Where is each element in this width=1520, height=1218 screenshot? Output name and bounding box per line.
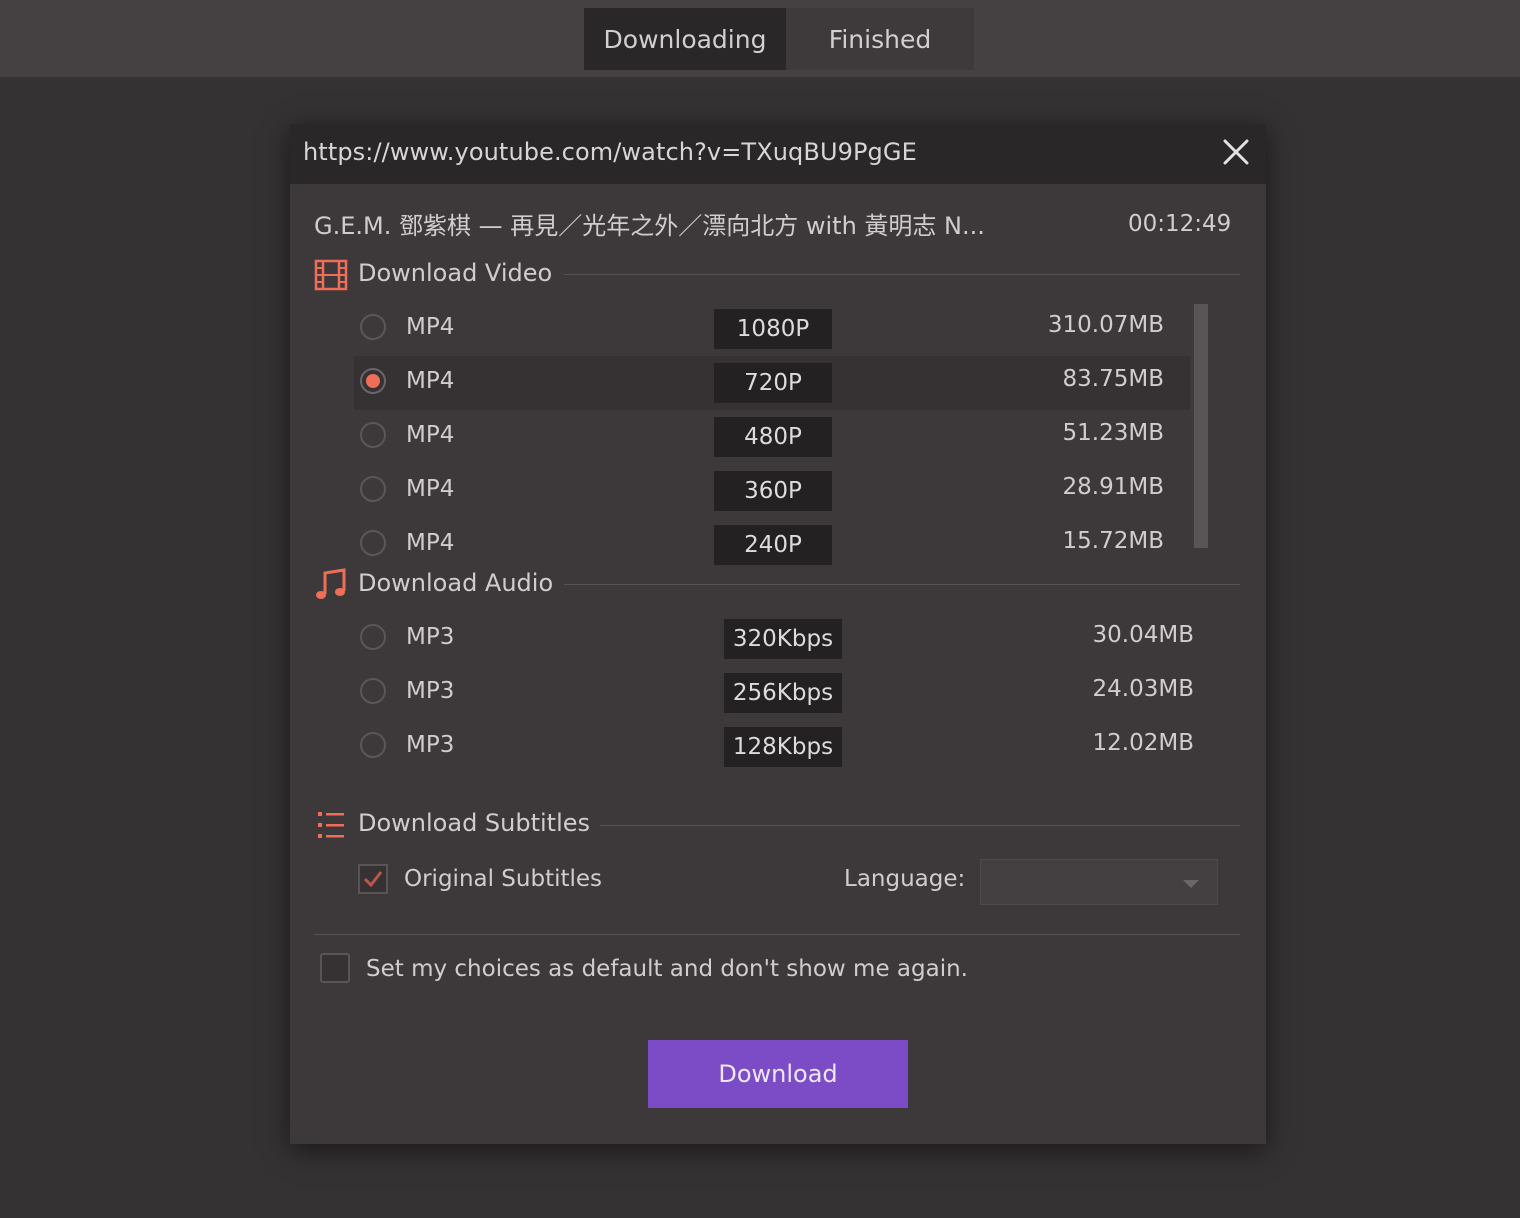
video-duration: 00:12:49 bbox=[1128, 211, 1232, 237]
file-size: 28.91MB bbox=[1062, 474, 1164, 500]
file-size: 310.07MB bbox=[1047, 312, 1164, 338]
quality-badge: 360P bbox=[714, 471, 832, 511]
radio-button[interactable] bbox=[360, 678, 386, 704]
tab-bar: Downloading Finished bbox=[584, 8, 974, 70]
radio-button[interactable] bbox=[360, 732, 386, 758]
divider bbox=[600, 825, 1240, 826]
tab-downloading[interactable]: Downloading bbox=[584, 8, 786, 70]
video-section-label: Download Video bbox=[358, 259, 553, 287]
quality-badge: 240P bbox=[714, 525, 832, 565]
file-size: 12.02MB bbox=[1092, 730, 1194, 756]
original-subtitles-checkbox[interactable] bbox=[358, 864, 388, 894]
format-label: MP4 bbox=[406, 530, 455, 556]
original-subtitles-label: Original Subtitles bbox=[404, 866, 603, 892]
audio-option-row[interactable]: MP3 128Kbps 12.02MB bbox=[354, 720, 1210, 774]
video-option-row[interactable]: MP4 240P 15.72MB bbox=[354, 518, 1190, 572]
format-label: MP3 bbox=[406, 732, 455, 758]
divider bbox=[564, 584, 1240, 585]
quality-badge: 480P bbox=[714, 417, 832, 457]
quality-badge: 256Kbps bbox=[724, 673, 842, 713]
quality-badge: 1080P bbox=[714, 309, 832, 349]
audio-option-row[interactable]: MP3 256Kbps 24.03MB bbox=[354, 666, 1210, 720]
subtitles-section-label: Download Subtitles bbox=[358, 809, 591, 837]
radio-button[interactable] bbox=[360, 314, 386, 340]
radio-button[interactable] bbox=[360, 530, 386, 556]
quality-badge: 720P bbox=[714, 363, 832, 403]
quality-badge: 320Kbps bbox=[724, 619, 842, 659]
audio-option-row[interactable]: MP3 320Kbps 30.04MB bbox=[354, 612, 1210, 666]
video-option-row[interactable]: MP4 480P 51.23MB bbox=[354, 410, 1190, 464]
format-label: MP3 bbox=[406, 678, 455, 704]
radio-button[interactable] bbox=[360, 624, 386, 650]
checkmark-icon bbox=[363, 871, 383, 888]
file-size: 51.23MB bbox=[1062, 420, 1164, 446]
radio-button[interactable] bbox=[360, 368, 386, 394]
close-icon bbox=[1223, 139, 1249, 165]
divider bbox=[314, 934, 1240, 935]
file-size: 15.72MB bbox=[1062, 528, 1164, 554]
video-option-row[interactable]: MP4 1080P 310.07MB bbox=[354, 302, 1190, 356]
music-note-icon bbox=[316, 568, 346, 599]
format-label: MP4 bbox=[406, 314, 455, 340]
film-icon bbox=[314, 259, 348, 291]
video-option-row[interactable]: MP4 360P 28.91MB bbox=[354, 464, 1190, 518]
set-default-label: Set my choices as default and don't show… bbox=[366, 956, 968, 982]
radio-button[interactable] bbox=[360, 422, 386, 448]
file-size: 24.03MB bbox=[1092, 676, 1194, 702]
list-icon bbox=[318, 812, 344, 838]
video-list-scrollbar[interactable] bbox=[1194, 304, 1208, 548]
language-label: Language: bbox=[844, 866, 966, 892]
radio-button[interactable] bbox=[360, 476, 386, 502]
language-select[interactable] bbox=[980, 859, 1218, 905]
quality-badge: 128Kbps bbox=[724, 727, 842, 767]
format-label: MP4 bbox=[406, 476, 455, 502]
video-url: https://www.youtube.com/watch?v=TXuqBU9P… bbox=[303, 138, 917, 166]
download-options-dialog: https://www.youtube.com/watch?v=TXuqBU9P… bbox=[290, 124, 1266, 1144]
format-label: MP4 bbox=[406, 368, 455, 394]
chevron-down-icon bbox=[1183, 880, 1199, 888]
divider bbox=[564, 274, 1240, 275]
close-button[interactable] bbox=[1220, 136, 1252, 168]
video-title: G.E.M. 鄧紫棋 — 再見／光年之外／漂向北方 with 黃明志 N... bbox=[314, 212, 985, 240]
file-size: 83.75MB bbox=[1062, 366, 1164, 392]
format-label: MP3 bbox=[406, 624, 455, 650]
download-button[interactable]: Download bbox=[648, 1040, 908, 1108]
file-size: 30.04MB bbox=[1092, 622, 1194, 648]
audio-section-label: Download Audio bbox=[358, 569, 554, 597]
video-option-row[interactable]: MP4 720P 83.75MB bbox=[354, 356, 1190, 410]
top-bar: Downloading Finished bbox=[0, 0, 1520, 77]
dialog-header: https://www.youtube.com/watch?v=TXuqBU9P… bbox=[290, 124, 1266, 184]
format-label: MP4 bbox=[406, 422, 455, 448]
tab-finished[interactable]: Finished bbox=[786, 8, 974, 70]
set-default-checkbox[interactable] bbox=[320, 953, 350, 983]
